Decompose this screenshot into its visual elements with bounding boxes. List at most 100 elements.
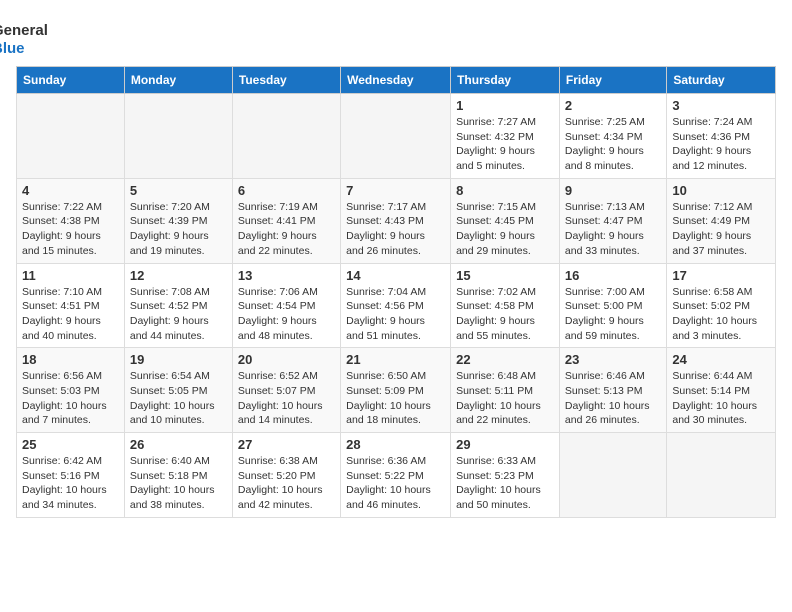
calendar-cell <box>232 94 340 179</box>
calendar-cell: 10 Sunrise: 7:12 AM Sunset: 4:49 PM Dayli… <box>667 178 776 263</box>
calendar-cell: 5 Sunrise: 7:20 AM Sunset: 4:39 PM Daylig… <box>124 178 232 263</box>
calendar-cell <box>17 94 125 179</box>
day-number: 23 <box>565 352 661 367</box>
calendar-cell: 14 Sunrise: 7:04 AM Sunset: 4:56 PM Dayli… <box>341 263 451 348</box>
day-info: Sunrise: 7:13 AM Sunset: 4:47 PM Dayligh… <box>565 200 661 259</box>
day-number: 3 <box>672 98 770 113</box>
day-info: Sunrise: 7:24 AM Sunset: 4:36 PM Dayligh… <box>672 115 770 174</box>
day-number: 25 <box>22 437 119 452</box>
day-number: 1 <box>456 98 554 113</box>
calendar-cell: 12 Sunrise: 7:08 AM Sunset: 4:52 PM Dayli… <box>124 263 232 348</box>
logo: General Blue General Blue <box>16 20 48 58</box>
calendar-cell <box>559 433 666 518</box>
day-info: Sunrise: 6:44 AM Sunset: 5:14 PM Dayligh… <box>672 369 770 428</box>
calendar-cell <box>124 94 232 179</box>
column-header-sunday: Sunday <box>17 67 125 94</box>
day-info: Sunrise: 7:12 AM Sunset: 4:49 PM Dayligh… <box>672 200 770 259</box>
day-info: Sunrise: 6:33 AM Sunset: 5:23 PM Dayligh… <box>456 454 554 513</box>
calendar-cell: 2 Sunrise: 7:25 AM Sunset: 4:34 PM Daylig… <box>559 94 666 179</box>
day-number: 15 <box>456 268 554 283</box>
day-info: Sunrise: 6:52 AM Sunset: 5:07 PM Dayligh… <box>238 369 335 428</box>
day-number: 12 <box>130 268 227 283</box>
column-header-monday: Monday <box>124 67 232 94</box>
day-number: 22 <box>456 352 554 367</box>
day-info: Sunrise: 6:54 AM Sunset: 5:05 PM Dayligh… <box>130 369 227 428</box>
day-number: 17 <box>672 268 770 283</box>
calendar-cell: 3 Sunrise: 7:24 AM Sunset: 4:36 PM Daylig… <box>667 94 776 179</box>
day-info: Sunrise: 6:38 AM Sunset: 5:20 PM Dayligh… <box>238 454 335 513</box>
logo-line1: General <box>0 22 48 40</box>
calendar-cell: 27 Sunrise: 6:38 AM Sunset: 5:20 PM Dayli… <box>232 433 340 518</box>
day-number: 11 <box>22 268 119 283</box>
day-number: 9 <box>565 183 661 198</box>
day-info: Sunrise: 7:20 AM Sunset: 4:39 PM Dayligh… <box>130 200 227 259</box>
day-number: 13 <box>238 268 335 283</box>
calendar-cell: 16 Sunrise: 7:00 AM Sunset: 5:00 PM Dayli… <box>559 263 666 348</box>
day-info: Sunrise: 7:00 AM Sunset: 5:00 PM Dayligh… <box>565 285 661 344</box>
calendar-cell: 8Sunrise: 7:15 AM Sunset: 4:45 PM Daylig… <box>451 178 560 263</box>
calendar-cell: 15Sunrise: 7:02 AM Sunset: 4:58 PM Dayli… <box>451 263 560 348</box>
day-info: Sunrise: 6:42 AM Sunset: 5:16 PM Dayligh… <box>22 454 119 513</box>
day-number: 7 <box>346 183 445 198</box>
calendar-cell: 22 Sunrise: 6:48 AM Sunset: 5:11 PM Dayli… <box>451 348 560 433</box>
day-info: Sunrise: 7:25 AM Sunset: 4:34 PM Dayligh… <box>565 115 661 174</box>
calendar-week-4: 18 Sunrise: 6:56 AM Sunset: 5:03 PM Dayli… <box>17 348 776 433</box>
day-number: 14 <box>346 268 445 283</box>
column-header-saturday: Saturday <box>667 67 776 94</box>
page-header: General Blue General Blue <box>16 16 776 58</box>
calendar-cell: 17Sunrise: 6:58 AM Sunset: 5:02 PM Dayli… <box>667 263 776 348</box>
column-header-tuesday: Tuesday <box>232 67 340 94</box>
calendar-cell: 13 Sunrise: 7:06 AM Sunset: 4:54 PM Dayli… <box>232 263 340 348</box>
calendar-cell: 20 Sunrise: 6:52 AM Sunset: 5:07 PM Dayli… <box>232 348 340 433</box>
day-number: 4 <box>22 183 119 198</box>
day-number: 16 <box>565 268 661 283</box>
calendar-week-3: 11 Sunrise: 7:10 AM Sunset: 4:51 PM Dayli… <box>17 263 776 348</box>
calendar-cell: 9 Sunrise: 7:13 AM Sunset: 4:47 PM Daylig… <box>559 178 666 263</box>
day-number: 24 <box>672 352 770 367</box>
calendar-week-1: 1 Sunrise: 7:27 AM Sunset: 4:32 PM Daylig… <box>17 94 776 179</box>
calendar-cell <box>341 94 451 179</box>
day-number: 6 <box>238 183 335 198</box>
day-info: Sunrise: 6:46 AM Sunset: 5:13 PM Dayligh… <box>565 369 661 428</box>
day-info: Sunrise: 7:17 AM Sunset: 4:43 PM Dayligh… <box>346 200 445 259</box>
day-info: Sunrise: 6:36 AM Sunset: 5:22 PM Dayligh… <box>346 454 445 513</box>
day-number: 18 <box>22 352 119 367</box>
calendar-cell: 4Sunrise: 7:22 AM Sunset: 4:38 PM Daylig… <box>17 178 125 263</box>
day-info: Sunrise: 6:56 AM Sunset: 5:03 PM Dayligh… <box>22 369 119 428</box>
day-number: 20 <box>238 352 335 367</box>
day-info: Sunrise: 7:10 AM Sunset: 4:51 PM Dayligh… <box>22 285 119 344</box>
calendar-cell: 28 Sunrise: 6:36 AM Sunset: 5:22 PM Dayli… <box>341 433 451 518</box>
calendar-header-row: SundayMondayTuesdayWednesdayThursdayFrid… <box>17 67 776 94</box>
calendar-cell: 6 Sunrise: 7:19 AM Sunset: 4:41 PM Daylig… <box>232 178 340 263</box>
calendar-cell <box>667 433 776 518</box>
column-header-wednesday: Wednesday <box>341 67 451 94</box>
calendar-cell: 23 Sunrise: 6:46 AM Sunset: 5:13 PM Dayli… <box>559 348 666 433</box>
day-number: 21 <box>346 352 445 367</box>
column-header-friday: Friday <box>559 67 666 94</box>
calendar-cell: 18 Sunrise: 6:56 AM Sunset: 5:03 PM Dayli… <box>17 348 125 433</box>
calendar-cell: 11 Sunrise: 7:10 AM Sunset: 4:51 PM Dayli… <box>17 263 125 348</box>
logo-line2: Blue <box>0 40 48 58</box>
day-number: 27 <box>238 437 335 452</box>
day-number: 5 <box>130 183 227 198</box>
day-number: 10 <box>672 183 770 198</box>
calendar-cell: 26Sunrise: 6:40 AM Sunset: 5:18 PM Dayli… <box>124 433 232 518</box>
day-info: Sunrise: 7:08 AM Sunset: 4:52 PM Dayligh… <box>130 285 227 344</box>
calendar-cell: 24 Sunrise: 6:44 AM Sunset: 5:14 PM Dayli… <box>667 348 776 433</box>
day-info: Sunrise: 6:48 AM Sunset: 5:11 PM Dayligh… <box>456 369 554 428</box>
calendar-table: SundayMondayTuesdayWednesdayThursdayFrid… <box>16 66 776 518</box>
day-info: Sunrise: 7:04 AM Sunset: 4:56 PM Dayligh… <box>346 285 445 344</box>
calendar-week-5: 25 Sunrise: 6:42 AM Sunset: 5:16 PM Dayli… <box>17 433 776 518</box>
calendar-cell: 1 Sunrise: 7:27 AM Sunset: 4:32 PM Daylig… <box>451 94 560 179</box>
column-header-thursday: Thursday <box>451 67 560 94</box>
calendar-cell: 25 Sunrise: 6:42 AM Sunset: 5:16 PM Dayli… <box>17 433 125 518</box>
day-number: 26 <box>130 437 227 452</box>
day-number: 28 <box>346 437 445 452</box>
day-info: Sunrise: 7:15 AM Sunset: 4:45 PM Dayligh… <box>456 200 554 259</box>
day-info: Sunrise: 7:19 AM Sunset: 4:41 PM Dayligh… <box>238 200 335 259</box>
day-info: Sunrise: 7:06 AM Sunset: 4:54 PM Dayligh… <box>238 285 335 344</box>
day-info: Sunrise: 6:50 AM Sunset: 5:09 PM Dayligh… <box>346 369 445 428</box>
day-info: Sunrise: 7:27 AM Sunset: 4:32 PM Dayligh… <box>456 115 554 174</box>
calendar-cell: 7 Sunrise: 7:17 AM Sunset: 4:43 PM Daylig… <box>341 178 451 263</box>
day-number: 2 <box>565 98 661 113</box>
